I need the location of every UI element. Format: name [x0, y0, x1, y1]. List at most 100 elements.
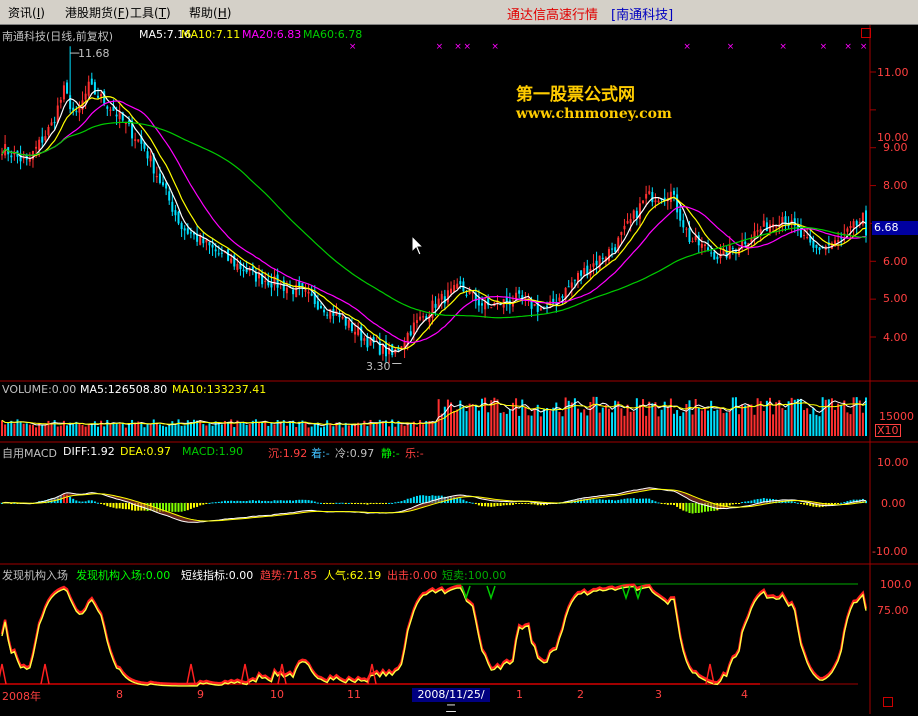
volume-bar	[803, 410, 806, 436]
candle-body	[307, 291, 310, 294]
corner-button[interactable]	[883, 697, 893, 707]
macd-bar	[741, 502, 744, 504]
volume-bar	[202, 424, 205, 436]
macd-bar	[292, 500, 295, 503]
volume-bar	[750, 404, 753, 436]
date-label: 11	[347, 688, 361, 701]
menu-info[interactable]: 资讯(I)	[8, 4, 45, 21]
macd-bar	[350, 503, 353, 504]
volume-bar	[131, 419, 134, 436]
macd-bar	[298, 499, 301, 503]
macd-bar	[217, 501, 220, 503]
candle-body	[298, 281, 301, 287]
volume-bar	[645, 415, 648, 436]
macd-bar	[90, 500, 93, 503]
candle-body	[595, 260, 598, 266]
macd-bar	[276, 500, 279, 503]
macd-dea-label: DEA:0.97	[120, 445, 171, 458]
volume-bar	[261, 422, 264, 436]
volume-bar	[539, 416, 542, 436]
macd-bar	[502, 503, 505, 506]
menu-hk-futures[interactable]: 港股期货(F)	[65, 4, 129, 21]
candle-body	[158, 173, 161, 183]
candle-body	[35, 146, 38, 149]
candle-body	[846, 228, 849, 232]
date-label: 9	[197, 688, 204, 701]
candle-body	[75, 111, 78, 113]
macd-bar	[335, 502, 338, 504]
volume-bar	[561, 416, 564, 436]
candle-body	[87, 81, 90, 96]
macd-bar	[124, 503, 127, 510]
candle-body	[171, 201, 174, 212]
date-label: 4	[741, 688, 748, 701]
candle-body	[183, 228, 186, 231]
candle-body	[620, 232, 623, 235]
macd-bar	[406, 498, 409, 503]
volume-bar	[787, 401, 790, 436]
volume-bar	[25, 423, 28, 436]
signal-marker: ×	[683, 42, 691, 52]
volume-bar	[140, 423, 143, 436]
macd-bar	[533, 503, 536, 505]
volume-bar	[254, 419, 257, 436]
volume-bar	[431, 421, 434, 436]
volume-bar	[174, 425, 177, 436]
volume-bar	[422, 424, 425, 436]
volume-bar	[719, 408, 722, 436]
candle-body	[775, 226, 778, 228]
low-price-label: 3.30	[366, 360, 391, 373]
menu-help[interactable]: 帮助(H)	[189, 4, 231, 21]
volume-bar	[415, 426, 418, 436]
stock-chart-canvas[interactable]: × × × × × × × × × × ×	[0, 0, 918, 714]
macd-bar	[648, 498, 651, 503]
volume-bar	[434, 422, 437, 436]
candle-body	[806, 236, 809, 238]
candle-body	[242, 269, 245, 272]
candle-body	[803, 235, 806, 237]
candle-body	[59, 99, 62, 103]
candle-body	[409, 331, 412, 336]
menu-tools[interactable]: 工具(T)	[130, 4, 171, 21]
macd-bar	[499, 503, 502, 506]
macd-bar	[524, 503, 527, 504]
volume-bar	[171, 421, 174, 436]
volume-bar	[815, 414, 818, 436]
signal-marker: ×	[820, 42, 828, 52]
macd-bar	[295, 500, 298, 503]
candle-body	[669, 191, 672, 202]
panel-restore-button[interactable]	[861, 28, 871, 38]
volume-bar	[703, 407, 706, 436]
macd-bar	[843, 502, 846, 504]
candle-body	[673, 190, 675, 195]
macd-bar	[115, 503, 118, 509]
signal-marker: ×	[454, 42, 462, 52]
macd-bar	[282, 500, 285, 503]
macd-bar	[248, 500, 251, 503]
macd-bar	[326, 503, 329, 504]
indicator-chuji-label: 出击:0.00	[387, 569, 438, 582]
signal-marker: ×	[844, 42, 852, 52]
macd-bar	[270, 501, 273, 503]
candle-body	[137, 139, 140, 142]
volume-bar	[617, 401, 620, 436]
volume-bar	[453, 410, 456, 436]
volume-bar	[155, 423, 158, 436]
macd-bar	[490, 503, 493, 507]
macd-bar	[196, 503, 199, 507]
macd-bar	[415, 495, 418, 503]
macd-tick: -10.00	[872, 545, 908, 558]
ma20-label: MA20:6.83	[242, 28, 302, 41]
volume-bar	[679, 416, 682, 436]
volume-bar	[360, 423, 363, 436]
volume-bar	[403, 425, 406, 436]
macd-bar	[747, 501, 750, 503]
volume-bar	[165, 426, 168, 436]
candle-body	[648, 191, 651, 194]
macd-bar	[81, 501, 84, 503]
candle-body	[601, 257, 604, 260]
macd-bar	[518, 503, 521, 504]
candle-body	[245, 268, 248, 273]
macd-bar	[319, 502, 322, 504]
volume-bar	[809, 414, 812, 436]
